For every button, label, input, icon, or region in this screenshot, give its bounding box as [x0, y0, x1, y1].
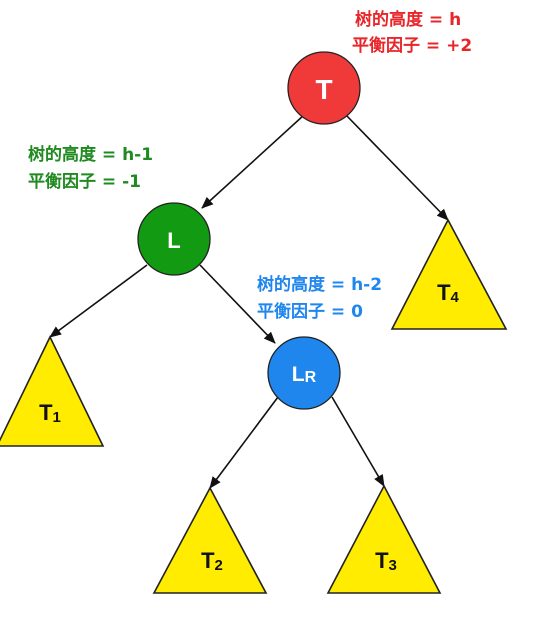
edge-root-to-t4	[345, 114, 449, 221]
subtree-t4-label-main: T	[437, 280, 451, 305]
root-annotation: 树的高度 = h 平衡因子 = +2	[352, 9, 472, 56]
left-annotation: 树的高度 = h-1 平衡因子 = -1	[28, 144, 153, 192]
lr-balance-text: 平衡因子 = 0	[257, 301, 363, 322]
subtree-t4: T4	[390, 218, 508, 330]
subtree-t1-label-sub: 1	[53, 409, 61, 426]
subtree-t4-label-sub: 4	[451, 289, 460, 306]
subtree-t3-label-main: T	[375, 548, 389, 573]
lr-node-label-sub: R	[305, 369, 317, 386]
root-node: T	[287, 51, 361, 125]
subtree-t2-label-main: T	[201, 548, 215, 573]
root-node-label: T	[315, 74, 332, 105]
edge-lr-to-t2	[209, 396, 279, 489]
subtree-t1-label-main: T	[39, 400, 53, 425]
left-node: L	[137, 202, 211, 276]
lr-height-text: 树的高度 = h-2	[257, 274, 382, 295]
left-balance-text: 平衡因子 = -1	[28, 171, 141, 192]
lr-annotation: 树的高度 = h-2 平衡因子 = 0	[257, 274, 382, 322]
lr-node: LR	[267, 336, 341, 410]
subtree-t2-label-sub: 2	[215, 557, 223, 574]
subtree-t3: T3	[326, 484, 442, 594]
left-height-text: 树的高度 = h-1	[28, 144, 153, 165]
edge-root-to-left	[201, 114, 305, 209]
edge-left-to-t1	[49, 264, 148, 338]
subtree-t1: T1	[0, 335, 105, 447]
left-node-label: L	[167, 228, 180, 253]
lr-node-label-main: L	[292, 363, 305, 386]
subtree-t3-label-sub: 3	[389, 557, 397, 574]
edge-lr-to-t3	[331, 396, 385, 487]
avl-tree-diagram: T L LR T1 T2 T3 T4 树的高度 = h 平衡因子 = +2 树的…	[0, 9, 508, 594]
root-height-text: 树的高度 = h	[355, 9, 461, 30]
subtree-t2: T2	[152, 486, 268, 594]
root-balance-text: 平衡因子 = +2	[352, 35, 472, 56]
